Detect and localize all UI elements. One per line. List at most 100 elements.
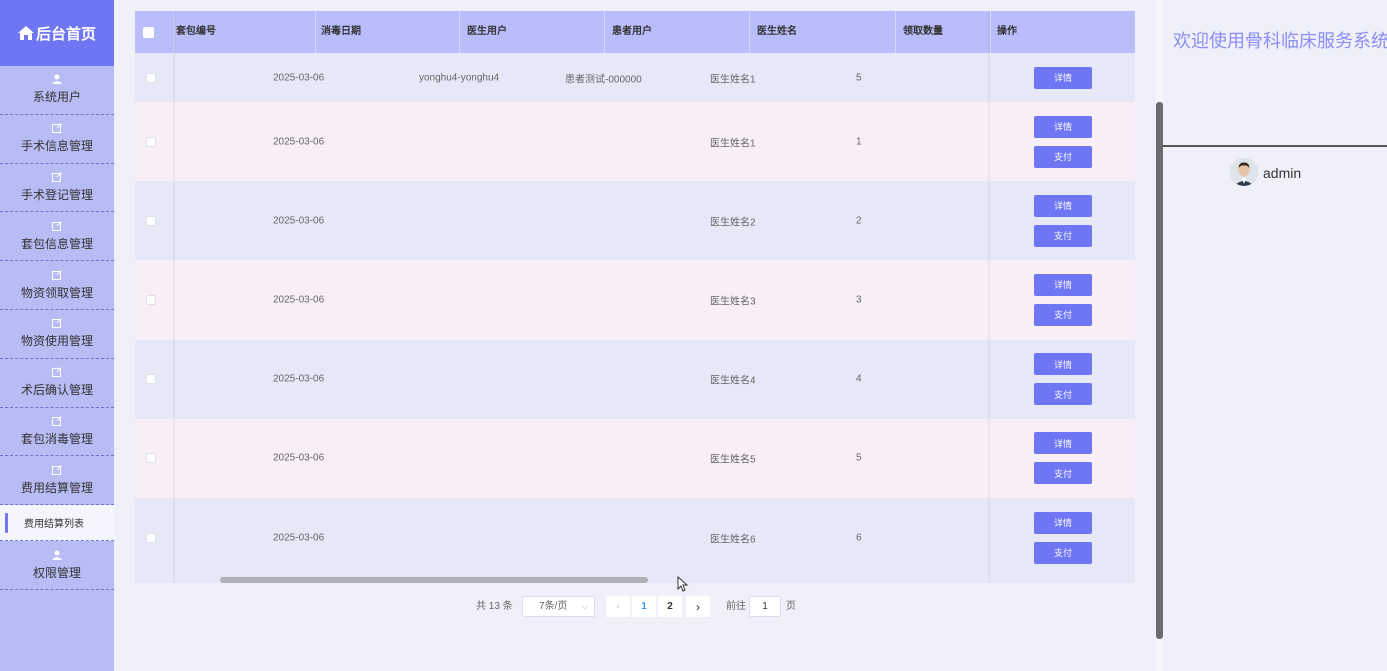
row-checkbox[interactable] bbox=[146, 136, 156, 147]
sidebar-item-0[interactable]: 系统用户 bbox=[0, 66, 114, 115]
row-checkbox[interactable] bbox=[146, 532, 156, 543]
cell-disinfect-date: 2025-03-06 bbox=[273, 72, 325, 83]
edit-icon bbox=[52, 416, 62, 426]
fixed-column-shadow bbox=[987, 11, 990, 583]
table-row: 2025-03-06 医生姓名2 2 详情支付 bbox=[135, 181, 1135, 261]
sidebar-item-label: 套包消毒管理 bbox=[20, 431, 93, 446]
pay-button[interactable]: 支付 bbox=[1034, 383, 1092, 406]
edit-icon bbox=[52, 464, 62, 475]
sidebar-item-label: 权限管理 bbox=[32, 565, 81, 580]
table-row: 2025-03-06 医生姓名6 6 详情 支付 bbox=[135, 498, 1135, 578]
row-checkbox[interactable] bbox=[146, 215, 156, 226]
sidebar-item-8[interactable]: 费用结算管理 bbox=[0, 456, 114, 506]
col-actions: 操作 bbox=[997, 26, 1017, 37]
cell-quantity: 6 bbox=[856, 532, 862, 544]
row-checkbox[interactable] bbox=[146, 72, 156, 83]
sidebar-item-label: 手术登记管理 bbox=[20, 187, 93, 202]
detail-button[interactable]: 详情 bbox=[1034, 511, 1092, 534]
pay-button[interactable]: 支付 bbox=[1034, 462, 1092, 485]
col-doctor-name[interactable]: 医生姓名 bbox=[757, 11, 797, 53]
cell-quantity: 3 bbox=[856, 294, 862, 306]
page-size-value: 7条/页 bbox=[539, 601, 568, 612]
sidebar-item-3[interactable]: 套包信息管理 bbox=[0, 212, 114, 262]
goto-label: 前往 bbox=[726, 601, 746, 612]
table-row: 2025-03-06 yonghu4-yonghu4 患者测试-000000 医生姓名… bbox=[135, 53, 1135, 102]
pay-button[interactable]: 支付 bbox=[1034, 224, 1092, 247]
row-checkbox[interactable] bbox=[146, 374, 156, 385]
cell-doctor-user: yonghu4-yonghu4 bbox=[419, 72, 500, 83]
page-size-select[interactable]: 7条/页 ⌵ bbox=[522, 596, 595, 617]
sidebar-item-5[interactable]: 物资使用管理 bbox=[0, 310, 114, 359]
detail-button[interactable]: 详情 bbox=[1034, 353, 1092, 376]
sidebar-item-2[interactable]: 手术登记管理 bbox=[0, 164, 114, 213]
cell-disinfect-date: 2025-03-06 bbox=[273, 215, 325, 227]
col-quantity[interactable]: 领取数量 bbox=[903, 11, 943, 53]
user-icon bbox=[52, 550, 62, 560]
sidebar-item-label: 物资领取管理 bbox=[20, 285, 93, 300]
vertical-scrollbar[interactable] bbox=[1156, 102, 1163, 639]
sidebar-subitem-active[interactable]: 费用结算列表 bbox=[0, 505, 114, 542]
sidebar-item-4[interactable]: 物资领取管理 bbox=[0, 261, 114, 310]
page-button-1[interactable]: 1 bbox=[632, 596, 656, 617]
detail-button[interactable]: 详情 bbox=[1034, 432, 1092, 455]
sidebar-item-7[interactable]: 套包消毒管理 bbox=[0, 408, 114, 457]
avatar-image bbox=[1230, 158, 1258, 186]
user-icon bbox=[52, 74, 62, 85]
data-table: 套包编号 消毒日期 医生用户 患者用户 医生姓名 领取数量 操作 2025-03… bbox=[135, 11, 1135, 583]
sidebar-item-label: 费用结算管理 bbox=[20, 480, 93, 495]
goto-page-input[interactable] bbox=[749, 596, 781, 617]
fixed-column-shadow bbox=[173, 11, 176, 583]
cell-doctor-name: 医生姓名6 bbox=[710, 534, 756, 546]
sidebar-item-label: 术后确认管理 bbox=[20, 383, 93, 398]
username: admin bbox=[1263, 165, 1302, 181]
edit-icon bbox=[52, 220, 62, 231]
sidebar-item-1[interactable]: 手术信息管理 bbox=[0, 115, 114, 164]
row-checkbox[interactable] bbox=[146, 453, 156, 464]
col-patient-user[interactable]: 患者用户 bbox=[612, 11, 652, 53]
next-page-button[interactable]: › bbox=[686, 596, 710, 617]
cell-doctor-name: 医生姓名5 bbox=[710, 454, 756, 466]
cell-doctor-name: 医生姓名2 bbox=[710, 217, 756, 229]
home-icon bbox=[17, 26, 34, 40]
detail-button[interactable]: 详情 bbox=[1034, 115, 1092, 138]
sidebar-item-permissions[interactable]: 权限管理 bbox=[0, 541, 114, 590]
welcome-title: 欢迎使用骨科临床服务系统 bbox=[1173, 31, 1387, 51]
table-row: 2025-03-06 医生姓名1 1 详情 支付 bbox=[135, 102, 1135, 182]
sidebar-item-label: 手术信息管理 bbox=[20, 139, 93, 154]
cell-doctor-name: 医生姓名1 bbox=[710, 74, 756, 85]
cell-quantity: 2 bbox=[856, 215, 862, 227]
cell-patient-user: 患者测试-000000 bbox=[565, 74, 642, 85]
pay-button[interactable]: 支付 bbox=[1034, 145, 1092, 168]
detail-button[interactable]: 详情 bbox=[1034, 66, 1092, 89]
edit-icon bbox=[52, 318, 62, 329]
cell-quantity: 4 bbox=[856, 373, 862, 385]
detail-button[interactable]: 详情 bbox=[1034, 273, 1092, 296]
cell-disinfect-date: 2025-03-06 bbox=[273, 373, 325, 385]
chevron-right-icon: › bbox=[696, 599, 700, 614]
col-package-no[interactable]: 套包编号 bbox=[176, 11, 216, 53]
select-all-checkbox[interactable] bbox=[143, 27, 154, 38]
cell-disinfect-date: 2025-03-06 bbox=[273, 294, 325, 306]
row-checkbox[interactable] bbox=[146, 294, 156, 305]
cell-doctor-name: 医生姓名4 bbox=[710, 375, 756, 387]
sidebar: 后台首页 系统用户手术信息管理 手术登记管理套包信息管理物资领取管理物资使用管理术… bbox=[0, 0, 114, 671]
prev-page-button[interactable]: ‹ bbox=[606, 596, 630, 617]
divider bbox=[1163, 145, 1387, 147]
page-button-2[interactable]: 2 bbox=[658, 596, 682, 617]
edit-icon bbox=[52, 269, 62, 280]
avatar[interactable] bbox=[1230, 158, 1258, 186]
chevron-left-icon: ‹ bbox=[616, 601, 620, 612]
horizontal-scrollbar[interactable] bbox=[220, 577, 648, 583]
cell-doctor-name: 医生姓名1 bbox=[710, 138, 756, 150]
sidebar-item-6[interactable]: 术后确认管理 bbox=[0, 359, 114, 408]
col-doctor-user[interactable]: 医生用户 bbox=[467, 11, 507, 53]
cell-disinfect-date: 2025-03-06 bbox=[273, 452, 325, 464]
cell-doctor-name: 医生姓名3 bbox=[710, 296, 756, 308]
home-link[interactable]: 后台首页 bbox=[0, 0, 114, 66]
pay-button[interactable]: 支付 bbox=[1034, 541, 1092, 564]
detail-button[interactable]: 详情 bbox=[1034, 194, 1092, 217]
col-disinfect-date[interactable]: 消毒日期 bbox=[321, 11, 361, 53]
table-header: 套包编号 消毒日期 医生用户 患者用户 医生姓名 领取数量 操作 bbox=[135, 11, 1135, 53]
cell-quantity: 5 bbox=[856, 72, 862, 83]
pay-button[interactable]: 支付 bbox=[1034, 303, 1092, 326]
